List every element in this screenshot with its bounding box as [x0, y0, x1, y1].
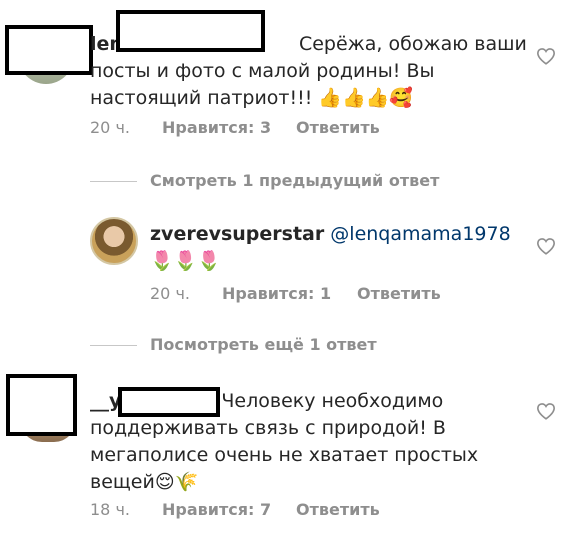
heart-outline-icon[interactable]: [536, 237, 556, 255]
reply-body: zverevsuperstar @lenqamama1978 🌷🌷🌷: [150, 221, 530, 275]
tulip-emoji: 🌷: [197, 250, 222, 272]
comment-text-line-2: поддерживать связь с природой! В: [90, 417, 446, 439]
likes-count[interactable]: Нравится: 7: [162, 500, 271, 520]
likes-count[interactable]: Нравится: 1: [222, 284, 331, 304]
reply-comment: zverevsuperstar @lenqamama1978 🌷🌷🌷 20 ч.…: [0, 205, 586, 315]
sheaf-of-rice-emoji: 🌾: [174, 471, 199, 493]
comment-text-line-1: Серёжа, обожаю ваши: [298, 33, 527, 55]
reply-button[interactable]: Ответить: [296, 500, 380, 520]
mention-link[interactable]: @lenqamama1978: [330, 223, 510, 245]
thumbs-up-emoji: 👍: [365, 87, 390, 109]
avatar[interactable]: [90, 217, 138, 265]
comment-1: len Серёжа, обожаю ваши посты и фото с ма…: [0, 0, 586, 150]
tulip-emoji: 🌷: [150, 250, 174, 272]
reply-button[interactable]: Ответить: [296, 118, 380, 138]
thumbs-up-emoji: 👍: [318, 87, 343, 109]
replies-divider: [90, 345, 137, 346]
reply-username[interactable]: zverevsuperstar: [150, 223, 324, 245]
replies-divider: [90, 181, 137, 182]
username-redaction-box: [116, 10, 265, 52]
comment-text-line-3: настоящий патриот!!!: [90, 87, 313, 109]
view-previous-replies[interactable]: Смотреть 1 предыдущий ответ: [150, 171, 439, 190]
comment-time: 20 ч.: [150, 284, 190, 303]
thumbs-up-emoji: 👍: [342, 87, 366, 109]
comment-text-line-2: посты и фото с малой родины! Вы: [90, 60, 435, 82]
comment-time: 20 ч.: [90, 118, 130, 137]
heart-outline-icon[interactable]: [536, 402, 556, 420]
likes-count[interactable]: Нравится: 3: [162, 118, 271, 138]
comment-username[interactable]: __у: [90, 390, 121, 412]
view-more-replies[interactable]: Посмотреть ещё 1 ответ: [150, 335, 377, 354]
comment-text-line-4: вещей: [90, 471, 155, 493]
comment-time: 18 ч.: [90, 500, 130, 519]
comment-3: __у Человеку необходимо поддерживать связ…: [0, 370, 586, 530]
relieved-face-emoji: 😌: [154, 471, 175, 493]
comment-text-line-1: Человеку необходимо: [221, 390, 444, 412]
reply-button[interactable]: Ответить: [357, 284, 441, 304]
redaction-box: [5, 25, 93, 75]
tulip-emoji: 🌷: [173, 250, 198, 272]
username-redaction-box: [118, 387, 220, 417]
heart-outline-icon[interactable]: [536, 47, 556, 65]
redaction-box: [6, 374, 77, 436]
comment-text-line-3: мегаполисе очень не хватает простых: [90, 444, 479, 466]
smiling-hearts-emoji: 🥰: [389, 87, 414, 109]
